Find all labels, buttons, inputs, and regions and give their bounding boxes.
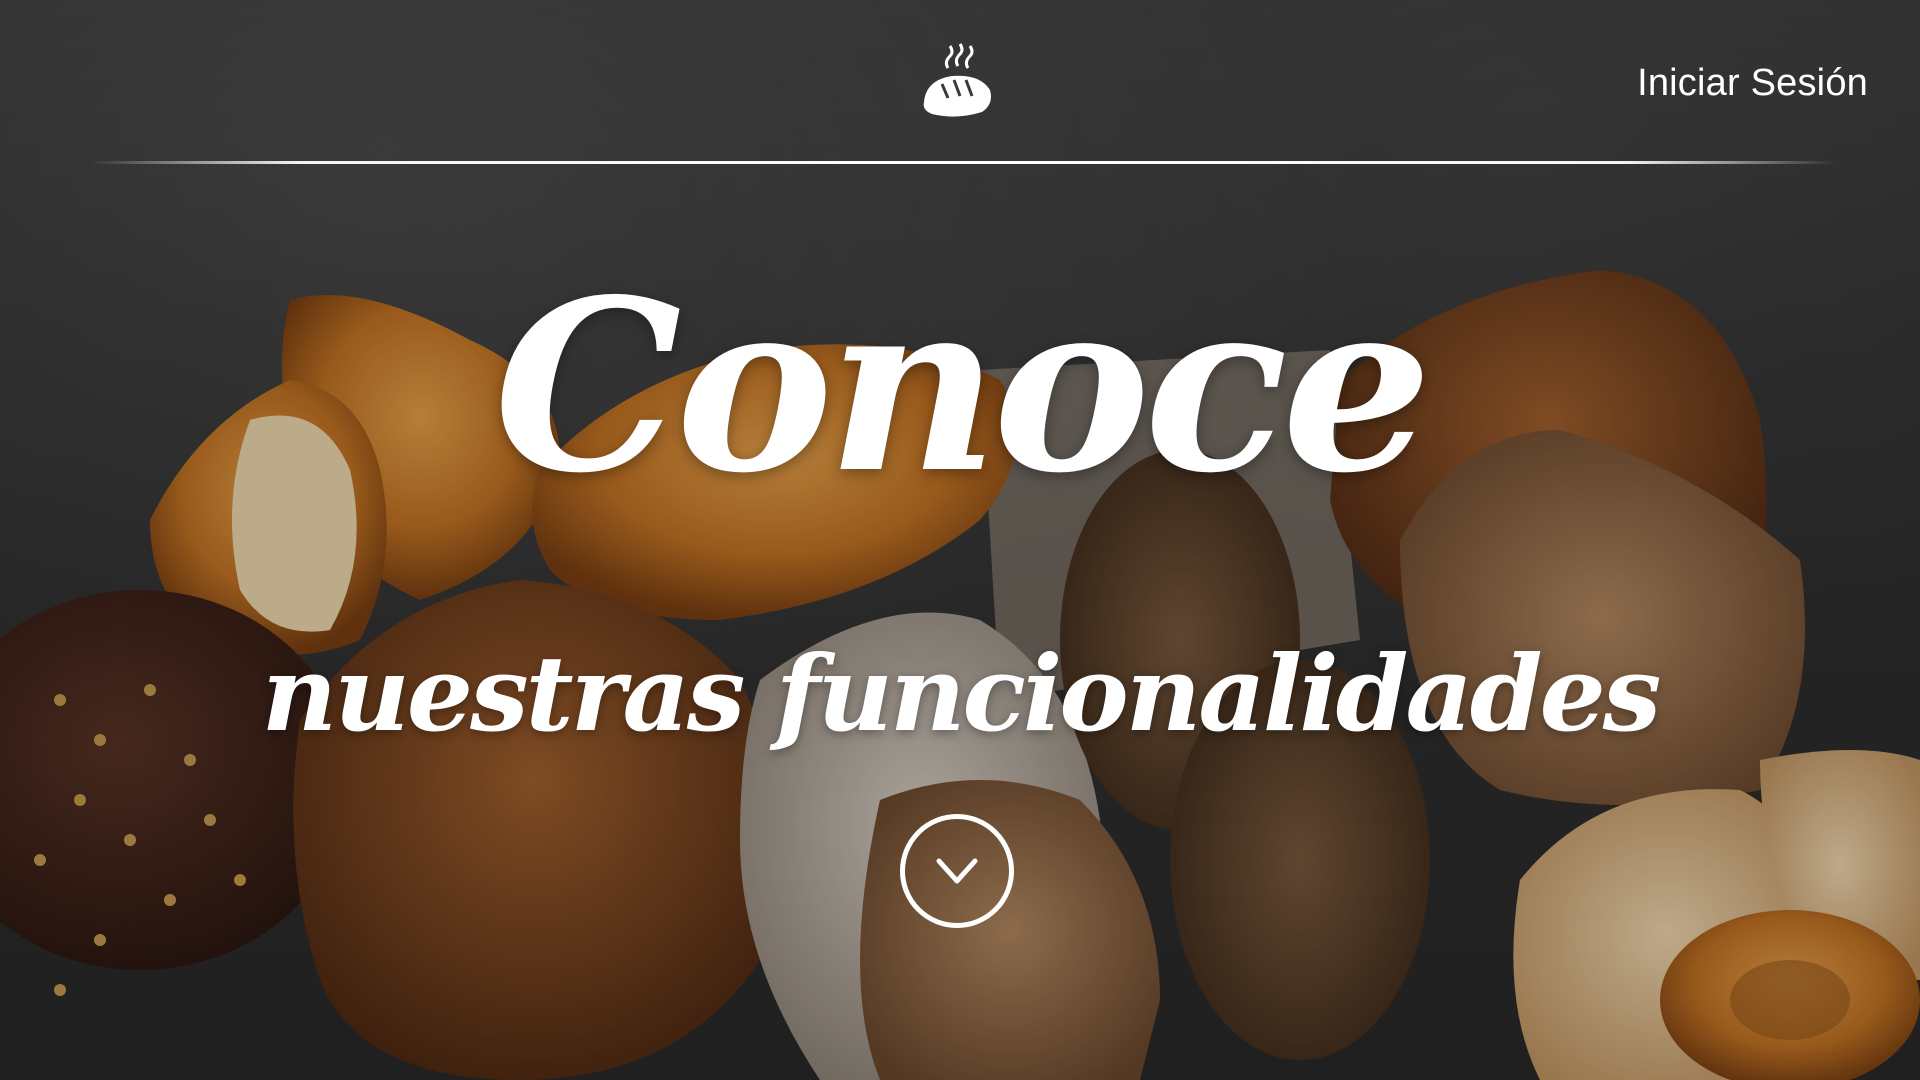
scroll-down-button[interactable] — [900, 814, 1014, 928]
hero-title: Conoce — [493, 247, 1432, 525]
site-header: Iniciar Sesión — [0, 0, 1920, 165]
hero-subtitle: nuestras funcionalidades — [261, 632, 1662, 755]
hero-section: Iniciar Sesión Conoce nuestras funcional… — [0, 0, 1920, 1080]
logo-emblem — [923, 43, 991, 117]
login-link[interactable]: Iniciar Sesión — [1637, 62, 1868, 105]
header-divider — [90, 161, 1836, 164]
chevron-down-icon — [936, 858, 978, 884]
pan-comido-logo[interactable] — [896, 24, 1018, 146]
